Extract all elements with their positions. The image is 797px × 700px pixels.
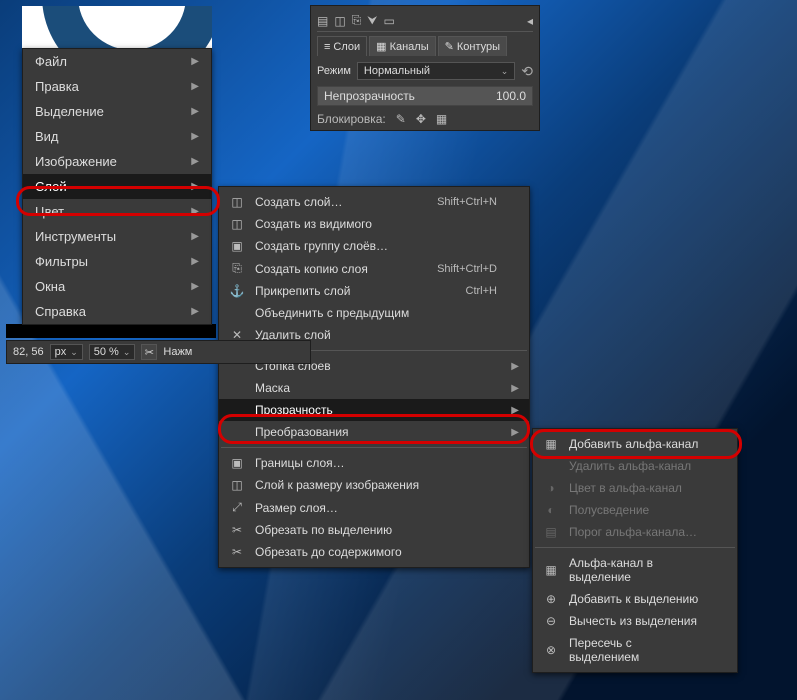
menu-item[interactable]: ◐ Полусведение	[533, 499, 737, 521]
separator	[535, 547, 735, 548]
transparency-submenu: ▦ Добавить альфа-канал Удалить альфа-кан…	[532, 428, 738, 673]
lock-position-icon[interactable]: ✥	[416, 112, 426, 126]
menu-item[interactable]: Прозрачность ▶	[219, 399, 529, 421]
mode-label: Режим	[317, 65, 351, 77]
opacity-label: Непрозрачность	[324, 89, 415, 103]
menu-item[interactable]: ◫ Создать слой… Shift+Ctrl+N	[219, 191, 529, 213]
menu-item[interactable]: Преобразования ▶	[219, 421, 529, 443]
menu-item[interactable]: ▣ Создать группу слоёв…	[219, 235, 529, 257]
lock-alpha-icon[interactable]: ▦	[436, 112, 447, 126]
tab-layers[interactable]: ≡Слои	[317, 36, 367, 56]
menu-item[interactable]: Маска ▶	[219, 377, 529, 399]
dock-tabs: ≡Слои ▦Каналы ✎Контуры	[317, 36, 533, 56]
menu-item-Фильтры[interactable]: Фильтры▶	[23, 249, 211, 274]
lock-row: Блокировка: ✎ ✥ ▦	[317, 112, 533, 126]
menu-item[interactable]: ✂ Обрезать до содержимого	[219, 541, 529, 563]
layers-dock: ▤ ◫ ⎘ ⮟ ▭ ◂ ≡Слои ▦Каналы ✎Контуры Режим…	[310, 5, 540, 131]
menu-item[interactable]: ◫ Создать из видимого	[219, 213, 529, 235]
status-bar: 82, 56 px⌄ 50 %⌄ ✂ Нажм	[6, 340, 311, 364]
menu-item[interactable]: ▣ Границы слоя…	[219, 452, 529, 474]
blend-mode-row: Режим Нормальный⌄ ⟲	[317, 62, 533, 80]
menu-icon[interactable]: ◂	[527, 14, 533, 28]
menu-item[interactable]: ▦ Альфа-канал в выделение	[533, 552, 737, 588]
tool-icon[interactable]: ⎘	[352, 13, 362, 28]
main-context-menu: Файл▶Правка▶Выделение▶Вид▶Изображение▶Сл…	[22, 48, 212, 325]
menu-item-Вид[interactable]: Вид▶	[23, 124, 211, 149]
opacity-value: 100.0	[496, 89, 526, 103]
menu-item-Файл[interactable]: Файл▶	[23, 49, 211, 74]
canvas-border	[6, 324, 216, 338]
menu-item[interactable]: ▤ Порог альфа-канала…	[533, 521, 737, 543]
menu-item[interactable]: ⤢ Размер слоя…	[219, 496, 529, 519]
unit-select[interactable]: px⌄	[50, 344, 83, 360]
menu-item[interactable]: ⊗ Пересечь с выделением	[533, 632, 737, 668]
menu-item-Правка[interactable]: Правка▶	[23, 74, 211, 99]
hint-text: Нажм	[163, 346, 192, 358]
menu-item[interactable]: ⎘ Создать копию слоя Shift+Ctrl+D	[219, 257, 529, 280]
cursor-coords: 82, 56	[13, 346, 44, 358]
menu-item-Справка[interactable]: Справка▶	[23, 299, 211, 324]
tool-icon[interactable]: ⮟	[367, 13, 377, 28]
menu-item-Слой[interactable]: Слой▶	[23, 174, 211, 199]
menu-item[interactable]: ✂ Обрезать по выделению	[219, 519, 529, 541]
menu-item-Окна[interactable]: Окна▶	[23, 274, 211, 299]
menu-item-Инструменты[interactable]: Инструменты▶	[23, 224, 211, 249]
menu-item[interactable]: ⚓ Прикрепить слой Ctrl+H	[219, 280, 529, 302]
menu-item-Выделение[interactable]: Выделение▶	[23, 99, 211, 124]
tool-icon[interactable]: ◫	[334, 14, 345, 28]
menu-item[interactable]: ◫ Слой к размеру изображения	[219, 474, 529, 496]
layer-submenu: ◫ Создать слой… Shift+Ctrl+N ◫ Создать и…	[218, 186, 530, 568]
mode-select[interactable]: Нормальный⌄	[357, 62, 515, 80]
menu-item[interactable]: Удалить альфа-канал	[533, 455, 737, 477]
dock-toolbar: ▤ ◫ ⎘ ⮟ ▭ ◂	[317, 10, 533, 32]
image-shape	[42, 6, 212, 48]
menu-item[interactable]: ◑ Цвет в альфа-канал	[533, 477, 737, 499]
opacity-slider[interactable]: Непрозрачность 100.0	[317, 86, 533, 106]
canvas-fragment	[22, 6, 212, 48]
reset-icon[interactable]: ⟲	[521, 63, 533, 80]
separator	[221, 447, 527, 448]
tab-channels[interactable]: ▦Каналы	[369, 36, 435, 56]
lock-label: Блокировка:	[317, 112, 386, 126]
tool-icon[interactable]: ▭	[384, 14, 395, 28]
menu-item-Цвет[interactable]: Цвет▶	[23, 199, 211, 224]
menu-item[interactable]: ⊕ Добавить к выделению	[533, 588, 737, 610]
menu-item[interactable]: Объединить с предыдущим	[219, 302, 529, 324]
scissors-icon[interactable]: ✂	[141, 344, 157, 360]
zoom-select[interactable]: 50 %⌄	[89, 344, 136, 360]
lock-pixels-icon[interactable]: ✎	[396, 112, 406, 126]
menu-item-Изображение[interactable]: Изображение▶	[23, 149, 211, 174]
tab-paths[interactable]: ✎Контуры	[438, 36, 507, 56]
menu-item[interactable]: ⊖ Вычесть из выделения	[533, 610, 737, 632]
tool-icon[interactable]: ▤	[317, 14, 328, 28]
menu-item[interactable]: ▦ Добавить альфа-канал	[533, 433, 737, 455]
